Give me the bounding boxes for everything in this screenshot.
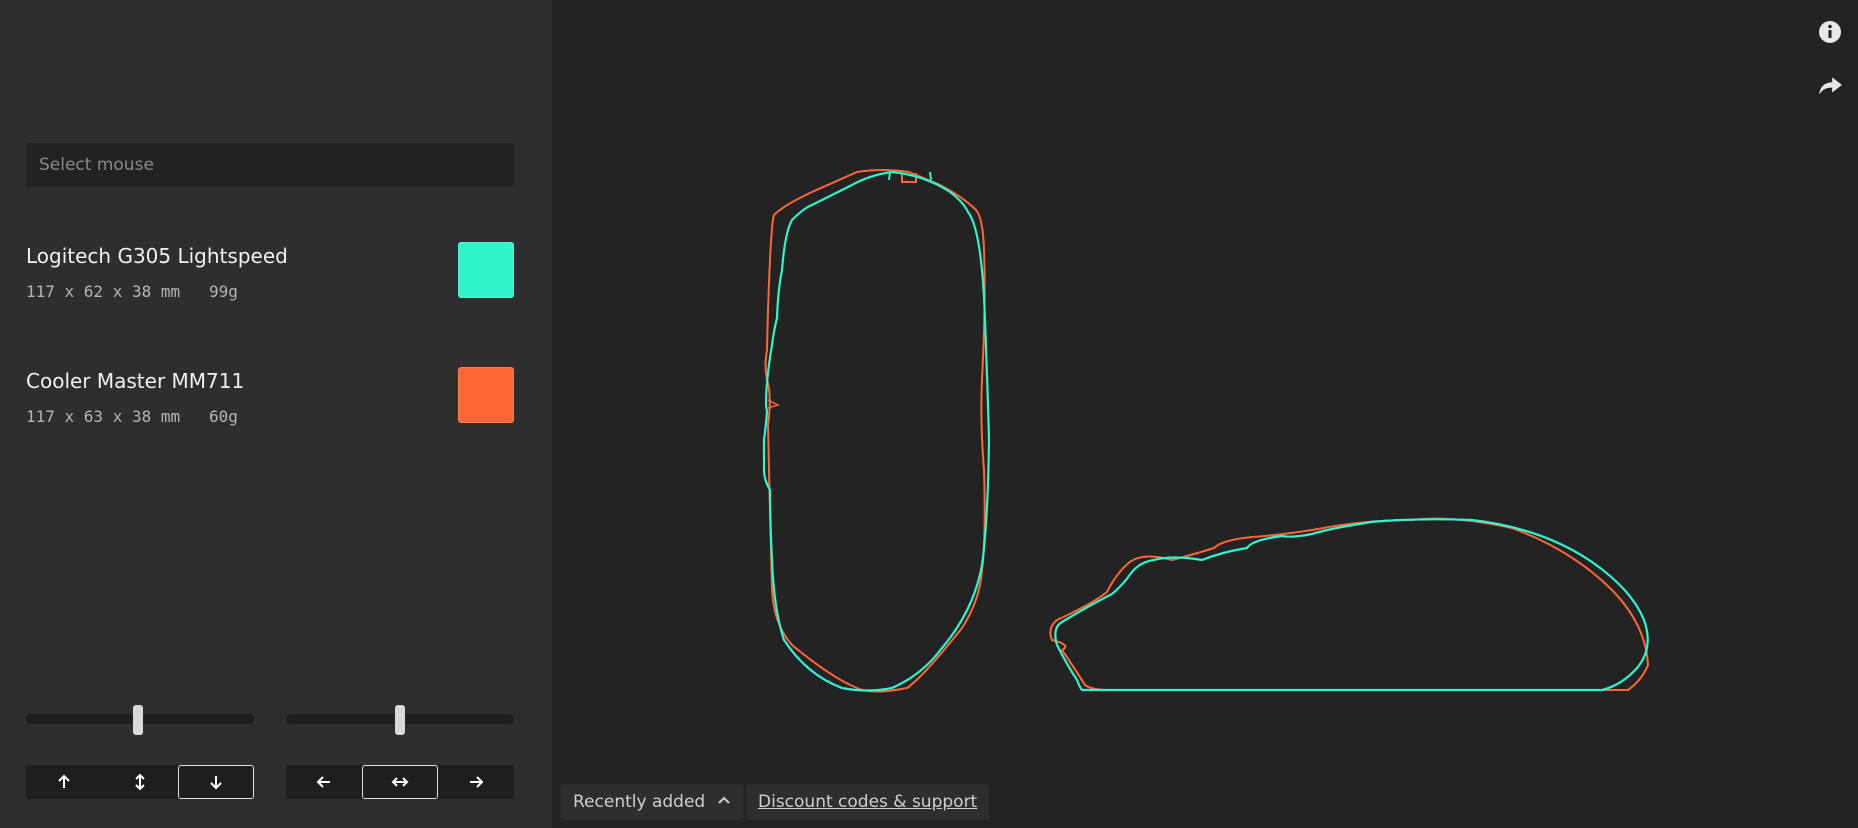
mouse-name: Logitech G305 Lightspeed [26, 244, 288, 268]
horizontal-offset-slider[interactable] [286, 705, 514, 735]
slider-thumb[interactable] [132, 705, 143, 735]
select-mouse-dropdown[interactable]: Select mouse [26, 143, 514, 187]
align-left-button[interactable] [286, 765, 362, 799]
info-icon [1819, 21, 1841, 43]
color-swatch[interactable] [458, 367, 514, 423]
align-left-icon [316, 776, 330, 788]
align-right-button[interactable] [438, 765, 514, 799]
mouse-entry-1: Logitech G305 Lightspeed 117 x 62 x 38 m… [26, 242, 514, 304]
align-horizontal-center-icon [391, 777, 409, 787]
mouse-specs: 117 x 63 x 38 mm 60g [26, 407, 238, 426]
align-horizontal-center-button[interactable] [362, 765, 438, 799]
comparison-canvas: Recently added Discount codes & support [552, 0, 1858, 828]
info-button[interactable] [1816, 18, 1844, 46]
horizontal-align-group [286, 765, 514, 799]
share-icon [1819, 77, 1842, 95]
mouse-outlines [762, 169, 1650, 693]
align-up-icon [58, 774, 70, 788]
sidebar: Select mouse Logitech G305 Lightspeed 11… [0, 0, 552, 828]
align-right-icon [470, 776, 484, 788]
side-view-outline-logitech [1054, 518, 1649, 692]
recently-added-dropdown[interactable]: Recently added [561, 784, 743, 820]
chevron-up-icon [717, 784, 731, 820]
mouse-name: Cooler Master MM711 [26, 369, 245, 393]
color-swatch[interactable] [458, 242, 514, 298]
slider-thumb[interactable] [395, 705, 405, 735]
align-up-button[interactable] [26, 765, 102, 799]
align-down-icon [210, 776, 222, 790]
align-vertical-center-button[interactable] [102, 765, 178, 799]
align-down-button[interactable] [178, 765, 254, 799]
recently-added-label: Recently added [573, 792, 706, 812]
vertical-align-group [26, 765, 254, 799]
mouse-entry-2: Cooler Master MM711 117 x 63 x 38 mm 60g [26, 367, 514, 429]
share-button[interactable] [1816, 72, 1844, 100]
align-vertical-center-icon [135, 773, 145, 791]
vertical-offset-slider[interactable] [26, 705, 254, 735]
top-view-outline-cooler-master [764, 169, 986, 693]
mouse-specs: 117 x 62 x 38 mm 99g [26, 282, 238, 301]
side-view-outline-cooler-master [1049, 517, 1650, 691]
top-view-outline-logitech [762, 170, 991, 692]
discount-codes-link[interactable]: Discount codes & support [746, 784, 990, 820]
